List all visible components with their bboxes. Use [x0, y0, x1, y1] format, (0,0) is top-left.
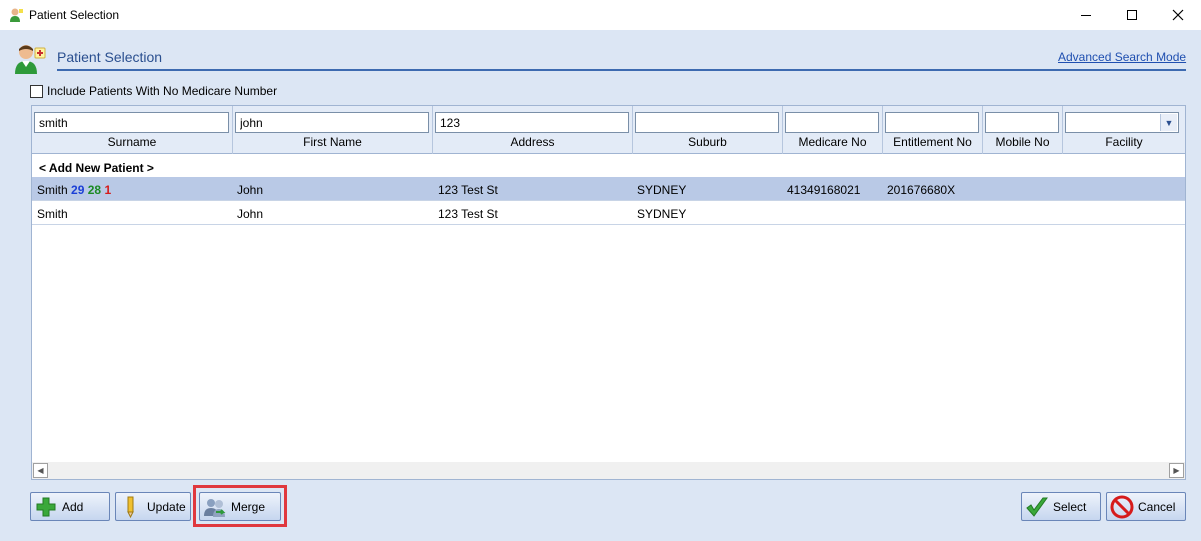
add-button-label: Add [62, 499, 84, 514]
column-address: Address [433, 106, 633, 154]
table-row[interactable]: Smith John 123 Test St SYDNEY [32, 201, 1185, 225]
close-icon [1172, 9, 1184, 21]
chevron-down-icon[interactable]: ▼ [1160, 114, 1177, 131]
pencil-icon [119, 495, 143, 519]
window-title: Patient Selection [29, 8, 120, 22]
suburb-filter-input[interactable] [635, 112, 779, 133]
first-name-cell: John [237, 183, 264, 197]
badge-count-blue: 29 [71, 183, 85, 197]
client-area: Patient Selection Advanced Search Mode I… [0, 30, 1201, 541]
cancel-icon [1110, 495, 1134, 519]
column-header-surname[interactable]: Surname [32, 135, 232, 149]
title-bar: Patient Selection [0, 0, 1201, 30]
suburb-cell: SYDNEY [637, 207, 687, 221]
column-entitlement-no: Entitlement No [883, 106, 983, 154]
address-filter-input[interactable] [435, 112, 629, 133]
column-header-facility[interactable]: Facility [1063, 135, 1185, 149]
cancel-button-label: Cancel [1138, 499, 1176, 514]
column-header-medicare-no[interactable]: Medicare No [783, 135, 882, 149]
medicare-no-filter-input[interactable] [785, 112, 879, 133]
column-header-mobile-no[interactable]: Mobile No [983, 135, 1062, 149]
facility-filter-dropdown[interactable]: ▼ [1065, 112, 1179, 133]
surname-filter-input[interactable] [34, 112, 229, 133]
badge-count-red: 1 [104, 183, 112, 197]
cancel-button[interactable]: Cancel [1106, 492, 1186, 521]
add-button[interactable]: Add [30, 492, 110, 521]
medicare-no-cell: 41349168021 [787, 183, 861, 197]
first-name-cell: John [237, 207, 264, 221]
close-button[interactable] [1155, 0, 1201, 30]
patient-app-icon [10, 8, 23, 22]
merge-button-label: Merge [231, 499, 266, 514]
entitlement-no-cell: 201676680X [887, 183, 956, 197]
patient-grid: Surname First Name Address Suburb Medica… [31, 105, 1186, 480]
mobile-no-filter-input[interactable] [985, 112, 1059, 133]
advanced-search-link[interactable]: Advanced Search Mode [1058, 50, 1186, 64]
first-name-filter-input[interactable] [235, 112, 429, 133]
maximize-icon [1127, 10, 1137, 20]
include-no-medicare-label: Include Patients With No Medicare Number [47, 84, 278, 98]
address-cell: 123 Test St [438, 183, 498, 197]
update-button-label: Update [147, 499, 186, 514]
header-divider [57, 69, 1186, 71]
minimize-icon [1081, 14, 1091, 16]
plus-icon [34, 495, 58, 519]
column-medicare-no: Medicare No [783, 106, 883, 154]
surname-cell: Smith [37, 207, 68, 221]
add-new-patient-row[interactable]: < Add New Patient > [39, 161, 154, 175]
page-title: Patient Selection [57, 49, 163, 65]
patient-header-icon [15, 45, 46, 74]
suburb-cell: SYDNEY [637, 183, 687, 197]
badge-count-green: 28 [87, 183, 102, 197]
column-header-entitlement-no[interactable]: Entitlement No [883, 135, 982, 149]
update-button[interactable]: Update [115, 492, 191, 521]
column-header-first-name[interactable]: First Name [233, 135, 432, 149]
include-no-medicare-checkbox[interactable] [30, 84, 43, 98]
scroll-left-icon[interactable]: ◀ [33, 463, 48, 478]
select-button-label: Select [1053, 499, 1087, 514]
scroll-right-icon[interactable]: ▶ [1169, 463, 1184, 478]
address-cell: 123 Test St [438, 207, 498, 221]
entitlement-no-filter-input[interactable] [885, 112, 979, 133]
surname-text: Smith [37, 183, 68, 197]
filter-header-row: Surname First Name Address Suburb Medica… [32, 106, 1185, 154]
column-surname: Surname [32, 106, 233, 154]
column-suburb: Suburb [633, 106, 783, 154]
column-header-address[interactable]: Address [433, 135, 632, 149]
select-button[interactable]: Select [1021, 492, 1101, 521]
column-header-suburb[interactable]: Suburb [633, 135, 782, 149]
merge-users-icon [203, 495, 227, 519]
surname-cell: Smith 29 28 1 [37, 183, 111, 197]
column-mobile-no: Mobile No [983, 106, 1063, 154]
horizontal-scrollbar[interactable]: ◀ ▶ [32, 462, 1185, 479]
column-first-name: First Name [233, 106, 433, 154]
maximize-button[interactable] [1109, 0, 1155, 30]
checkmark-icon [1025, 495, 1049, 519]
table-row[interactable]: Smith 29 28 1 John 123 Test St SYDNEY 41… [32, 177, 1185, 201]
merge-button[interactable]: Merge [199, 492, 281, 521]
column-facility: ▼ Facility [1063, 106, 1185, 154]
include-no-medicare-option[interactable]: Include Patients With No Medicare Number [30, 84, 277, 98]
minimize-button[interactable] [1063, 0, 1109, 30]
